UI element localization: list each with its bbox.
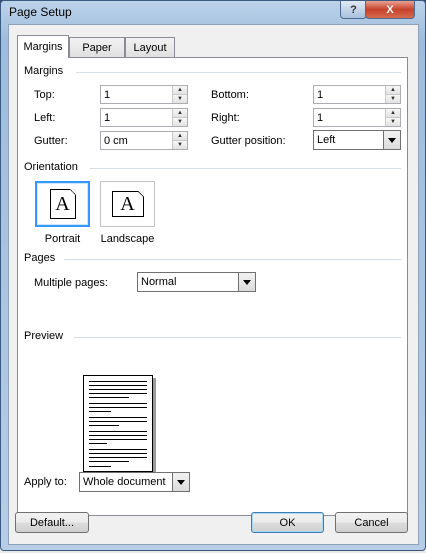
- window-title: Page Setup: [9, 5, 72, 19]
- gutter-position-value: Left: [317, 134, 336, 146]
- preview-text-line: [89, 421, 147, 422]
- cancel-button-label: Cancel: [354, 516, 389, 529]
- landscape-option[interactable]: A: [100, 181, 155, 227]
- help-button[interactable]: ?: [340, 1, 367, 19]
- pages-divider: [64, 259, 401, 260]
- margins-divider: [76, 72, 401, 73]
- apply-to-label: Apply to:: [24, 476, 67, 488]
- landscape-label: Landscape: [100, 233, 155, 245]
- spin-up-icon[interactable]: ▲: [172, 86, 187, 94]
- spin-down-icon[interactable]: ▼: [172, 117, 187, 126]
- gutter-label: Gutter:: [34, 135, 68, 147]
- multiple-pages-label: Multiple pages:: [34, 277, 108, 289]
- pages-section-label: Pages: [24, 252, 56, 264]
- margins-section-label: Margins: [24, 65, 64, 77]
- spin-up-icon[interactable]: ▲: [385, 86, 400, 94]
- default-button-label: Default...: [29, 516, 75, 529]
- preview-text-line: [89, 449, 147, 450]
- tab-paper[interactable]: Paper: [69, 37, 125, 57]
- gutter-position-select[interactable]: Left: [313, 130, 401, 150]
- preview-text-line: [89, 443, 107, 444]
- preview-divider: [74, 337, 401, 338]
- orientation-divider: [90, 168, 401, 169]
- cancel-button[interactable]: Cancel: [335, 512, 408, 533]
- gutter-value: 0 cm: [104, 135, 128, 147]
- tab-margins[interactable]: Margins: [17, 35, 69, 58]
- spin-down-icon[interactable]: ▼: [385, 117, 400, 126]
- margins-tab-panel: Margins Top: 1 ▲ ▼ Bottom: 1 ▲ ▼ Left: 1 ▲…: [17, 57, 408, 516]
- preview-text-line: [89, 411, 111, 412]
- right-margin-value: 1: [317, 112, 324, 124]
- preview-section-label: Preview: [24, 330, 64, 342]
- left-margin-value: 1: [104, 112, 111, 124]
- preview-text-line: [89, 431, 147, 432]
- gutter-position-label: Gutter position:: [211, 135, 286, 147]
- preview-text-line: [89, 439, 147, 440]
- orientation-section-label: Orientation: [24, 161, 78, 173]
- preview-text-line: [89, 397, 129, 398]
- preview-text-line: [89, 466, 111, 467]
- top-margin-label: Top:: [34, 89, 55, 101]
- help-icon: ?: [350, 3, 357, 16]
- top-margin-value: 1: [104, 89, 111, 101]
- preview-text-line: [89, 457, 147, 458]
- tab-paper-label: Paper: [82, 41, 112, 54]
- preview-text-line: [89, 417, 147, 418]
- chevron-down-icon[interactable]: [383, 131, 400, 149]
- title-bar[interactable]: Page Setup ? X: [1, 1, 425, 23]
- bottom-margin-label: Bottom:: [211, 89, 249, 101]
- preview-page-thumbnail: [83, 375, 153, 472]
- preview-text-line: [89, 435, 147, 436]
- apply-to-value: Whole document: [83, 476, 166, 488]
- preview-text-line: [89, 385, 147, 386]
- spin-down-icon[interactable]: ▼: [385, 94, 400, 103]
- chevron-down-icon[interactable]: [172, 473, 189, 491]
- right-margin-label: Right:: [211, 112, 240, 124]
- preview-text-line: [89, 407, 147, 408]
- spin-up-icon[interactable]: ▲: [385, 109, 400, 117]
- dialog-client-area: Margins Paper Layout Margins Top: 1 ▲ ▼ B…: [8, 24, 419, 545]
- close-icon: X: [386, 3, 394, 16]
- right-margin-spinner[interactable]: 1 ▲ ▼: [313, 108, 401, 127]
- bottom-margin-spinner[interactable]: 1 ▲ ▼: [313, 85, 401, 104]
- spin-up-icon[interactable]: ▲: [172, 132, 187, 140]
- preview-text-line: [89, 393, 147, 394]
- spin-down-icon[interactable]: ▼: [172, 94, 187, 103]
- tab-margins-label: Margins: [23, 41, 63, 53]
- preview-text-line: [89, 381, 147, 382]
- tab-layout[interactable]: Layout: [125, 37, 175, 57]
- ok-button[interactable]: OK: [251, 512, 324, 533]
- left-margin-spinner[interactable]: 1 ▲ ▼: [100, 108, 188, 127]
- portrait-label: Portrait: [44, 233, 81, 245]
- top-margin-spinner[interactable]: 1 ▲ ▼: [100, 85, 188, 104]
- tab-layout-label: Layout: [133, 41, 167, 54]
- page-setup-dialog: Page Setup ? X Margins Paper Layout Marg…: [0, 0, 426, 551]
- preview-text-line: [89, 389, 147, 390]
- preview-text-line: [89, 461, 129, 462]
- ok-button-label: OK: [279, 516, 296, 529]
- multiple-pages-value: Normal: [141, 276, 177, 288]
- landscape-page-icon: A: [111, 191, 144, 217]
- left-margin-label: Left:: [34, 112, 56, 124]
- portrait-option[interactable]: A: [35, 181, 90, 227]
- bottom-margin-value: 1: [317, 89, 324, 101]
- default-button[interactable]: Default...: [15, 512, 89, 533]
- preview-text-line: [89, 425, 119, 426]
- chevron-down-icon[interactable]: [238, 273, 255, 291]
- gutter-spinner[interactable]: 0 cm ▲ ▼: [100, 131, 188, 150]
- close-button[interactable]: X: [365, 1, 415, 19]
- preview-text-line: [89, 453, 147, 454]
- multiple-pages-select[interactable]: Normal: [137, 272, 256, 292]
- spin-down-icon[interactable]: ▼: [172, 140, 187, 149]
- preview-text-line: [89, 403, 147, 404]
- spin-up-icon[interactable]: ▲: [172, 109, 187, 117]
- portrait-page-icon: A: [49, 189, 76, 219]
- apply-to-select[interactable]: Whole document: [79, 472, 190, 492]
